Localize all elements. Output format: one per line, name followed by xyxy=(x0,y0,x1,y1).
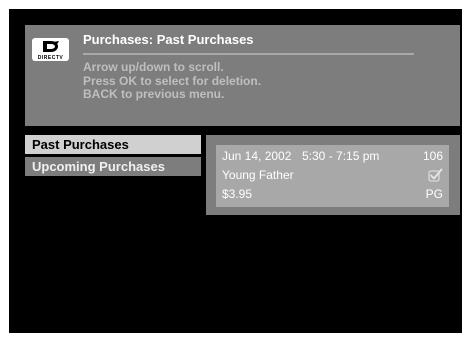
purchase-list-item[interactable]: Jun 14, 2002 5:30 - 7:15 pm 106 Young Fa… xyxy=(216,145,449,207)
purchase-rating: PG xyxy=(425,187,443,201)
purchase-row-schedule: Jun 14, 2002 5:30 - 7:15 pm 106 xyxy=(222,147,443,165)
instruction-back: BACK to previous menu. xyxy=(83,87,225,101)
purchase-row-title: Young Father xyxy=(222,166,443,184)
purchase-title: Young Father xyxy=(222,168,294,182)
purchase-time: 5:30 - 7:15 pm xyxy=(302,149,380,163)
tv-screen: DIRECTV Purchases: Past Purchases Arrow … xyxy=(9,9,462,333)
menu-item-past-purchases[interactable]: Past Purchases xyxy=(25,135,201,154)
instruction-scroll: Arrow up/down to scroll. xyxy=(83,60,224,74)
directv-logo-icon xyxy=(43,41,59,52)
purchase-date: Jun 14, 2002 xyxy=(222,149,292,163)
title-divider xyxy=(83,53,414,55)
instruction-select: Press OK to select for deletion. xyxy=(83,73,262,88)
logo-text: DIRECTV xyxy=(37,55,64,61)
purchase-detail-panel: Jun 14, 2002 5:30 - 7:15 pm 106 Young Fa… xyxy=(206,135,460,215)
purchase-channel: 106 xyxy=(422,149,443,163)
purchase-row-price: $3.95 PG xyxy=(222,185,443,203)
directv-logo: DIRECTV xyxy=(32,38,69,61)
header-panel: DIRECTV Purchases: Past Purchases Arrow … xyxy=(25,25,460,126)
instructions: Arrow up/down to scroll. Press OK to sel… xyxy=(83,60,262,102)
checkbox-check-icon[interactable] xyxy=(428,168,443,182)
page-title: Purchases: Past Purchases xyxy=(83,32,254,47)
menu-item-upcoming-purchases[interactable]: Upcoming Purchases xyxy=(25,157,201,176)
purchase-price: $3.95 xyxy=(222,187,253,201)
